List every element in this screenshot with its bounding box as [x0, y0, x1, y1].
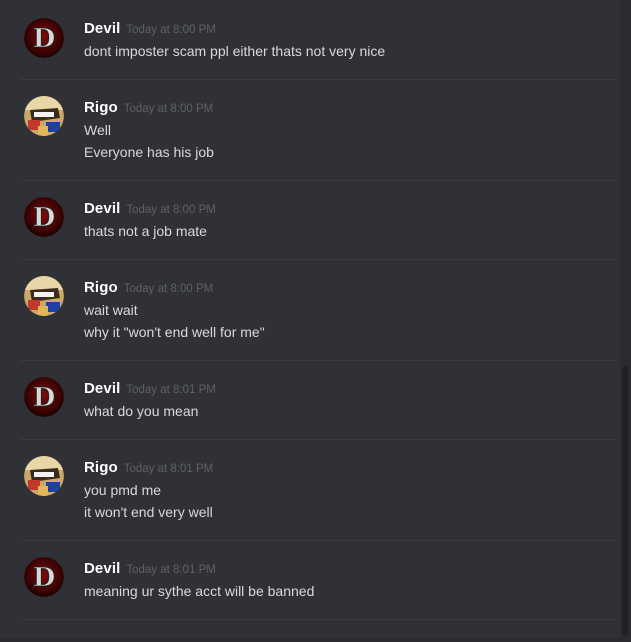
- svg-text:D: D: [33, 563, 56, 593]
- timestamp: Today at 8:00 PM: [123, 283, 214, 295]
- username[interactable]: Rigo: [84, 99, 118, 116]
- username[interactable]: Rigo: [84, 459, 118, 476]
- username[interactable]: Devil: [84, 560, 120, 577]
- svg-text:D: D: [33, 203, 56, 233]
- rigo-avatar[interactable]: [24, 456, 64, 496]
- chat-message-list[interactable]: D Devil Today at 8:00 PM dont imposter s…: [0, 0, 631, 642]
- devil-avatar[interactable]: D: [24, 197, 64, 237]
- message-divider: [20, 540, 616, 541]
- message-text: what do you mean: [84, 403, 199, 419]
- message-text: thats not a job mate: [84, 223, 207, 239]
- message-divider: [20, 79, 616, 80]
- message-text: meaning ur sythe acct will be banned: [84, 583, 315, 599]
- bottom-edge: [0, 638, 631, 642]
- username[interactable]: Devil: [84, 20, 120, 37]
- svg-text:D: D: [33, 383, 56, 413]
- message-divider: [20, 360, 616, 361]
- message-header: Devil Today at 8:00 PM: [84, 200, 216, 220]
- message-divider: [20, 259, 616, 260]
- devil-avatar[interactable]: D: [24, 18, 64, 58]
- message-text: wait wait: [84, 302, 138, 318]
- message-text: dont imposter scam ppl either thats not …: [84, 43, 386, 59]
- message-text: it won't end very well: [84, 504, 213, 520]
- rigo-avatar[interactable]: [24, 276, 64, 316]
- message-text: Everyone has his job: [84, 144, 214, 160]
- message-header: Rigo Today at 8:00 PM: [84, 99, 213, 119]
- timestamp: Today at 8:01 PM: [123, 463, 214, 475]
- message-text: why it "won't end well for me": [84, 324, 265, 340]
- username[interactable]: Devil: [84, 200, 120, 217]
- message-divider: [20, 619, 616, 620]
- rigo-avatar[interactable]: [24, 96, 64, 136]
- timestamp: Today at 8:00 PM: [126, 204, 216, 216]
- devil-avatar[interactable]: D: [24, 557, 64, 597]
- message-divider: [20, 180, 616, 181]
- message-header: Devil Today at 8:00 PM: [84, 20, 216, 40]
- message-header: Rigo Today at 8:01 PM: [84, 459, 213, 479]
- timestamp: Today at 8:01 PM: [126, 384, 216, 396]
- message-header: Devil Today at 8:01 PM: [84, 380, 216, 400]
- timestamp: Today at 8:00 PM: [123, 103, 214, 115]
- message-divider: [20, 439, 616, 440]
- scrollbar-thumb[interactable]: [622, 366, 628, 636]
- message-text: Well: [84, 122, 111, 138]
- message-header: Rigo Today at 8:00 PM: [84, 279, 213, 299]
- username[interactable]: Rigo: [84, 279, 118, 296]
- devil-avatar[interactable]: D: [24, 377, 64, 417]
- timestamp: Today at 8:00 PM: [126, 24, 216, 36]
- message-header: Devil Today at 8:01 PM: [84, 560, 216, 580]
- svg-text:D: D: [33, 24, 56, 54]
- username[interactable]: Devil: [84, 380, 120, 397]
- timestamp: Today at 8:01 PM: [126, 564, 216, 576]
- message-text: you pmd me: [84, 482, 162, 498]
